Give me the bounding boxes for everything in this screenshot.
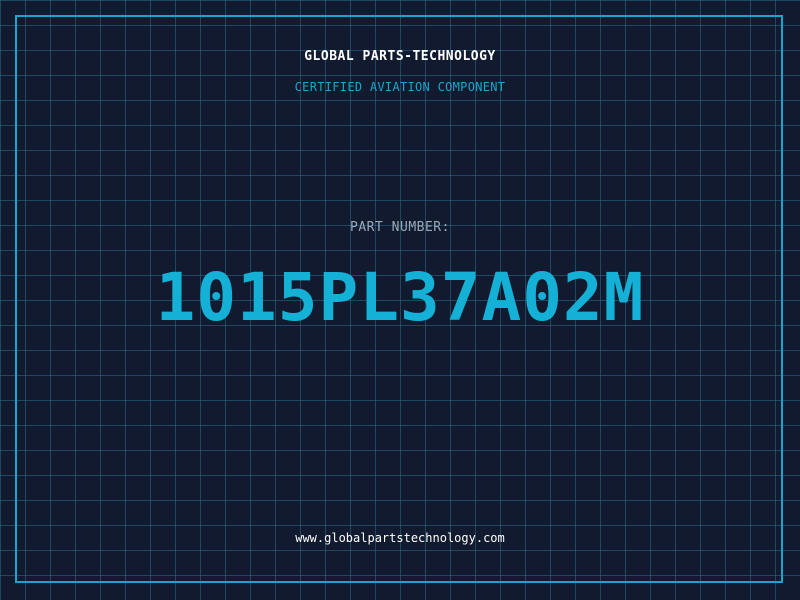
certification-subtitle: CERTIFIED AVIATION COMPONENT [294,80,506,94]
part-number-label: PART NUMBER: [350,220,450,235]
part-number-value: 1015PL37A02M [155,259,645,336]
website-url: www.globalpartstechnology.com [295,531,505,545]
label-canvas: GLOBAL PARTS-TECHNOLOGY CERTIFIED AVIATI… [0,0,800,600]
company-name: GLOBAL PARTS-TECHNOLOGY [304,49,496,64]
